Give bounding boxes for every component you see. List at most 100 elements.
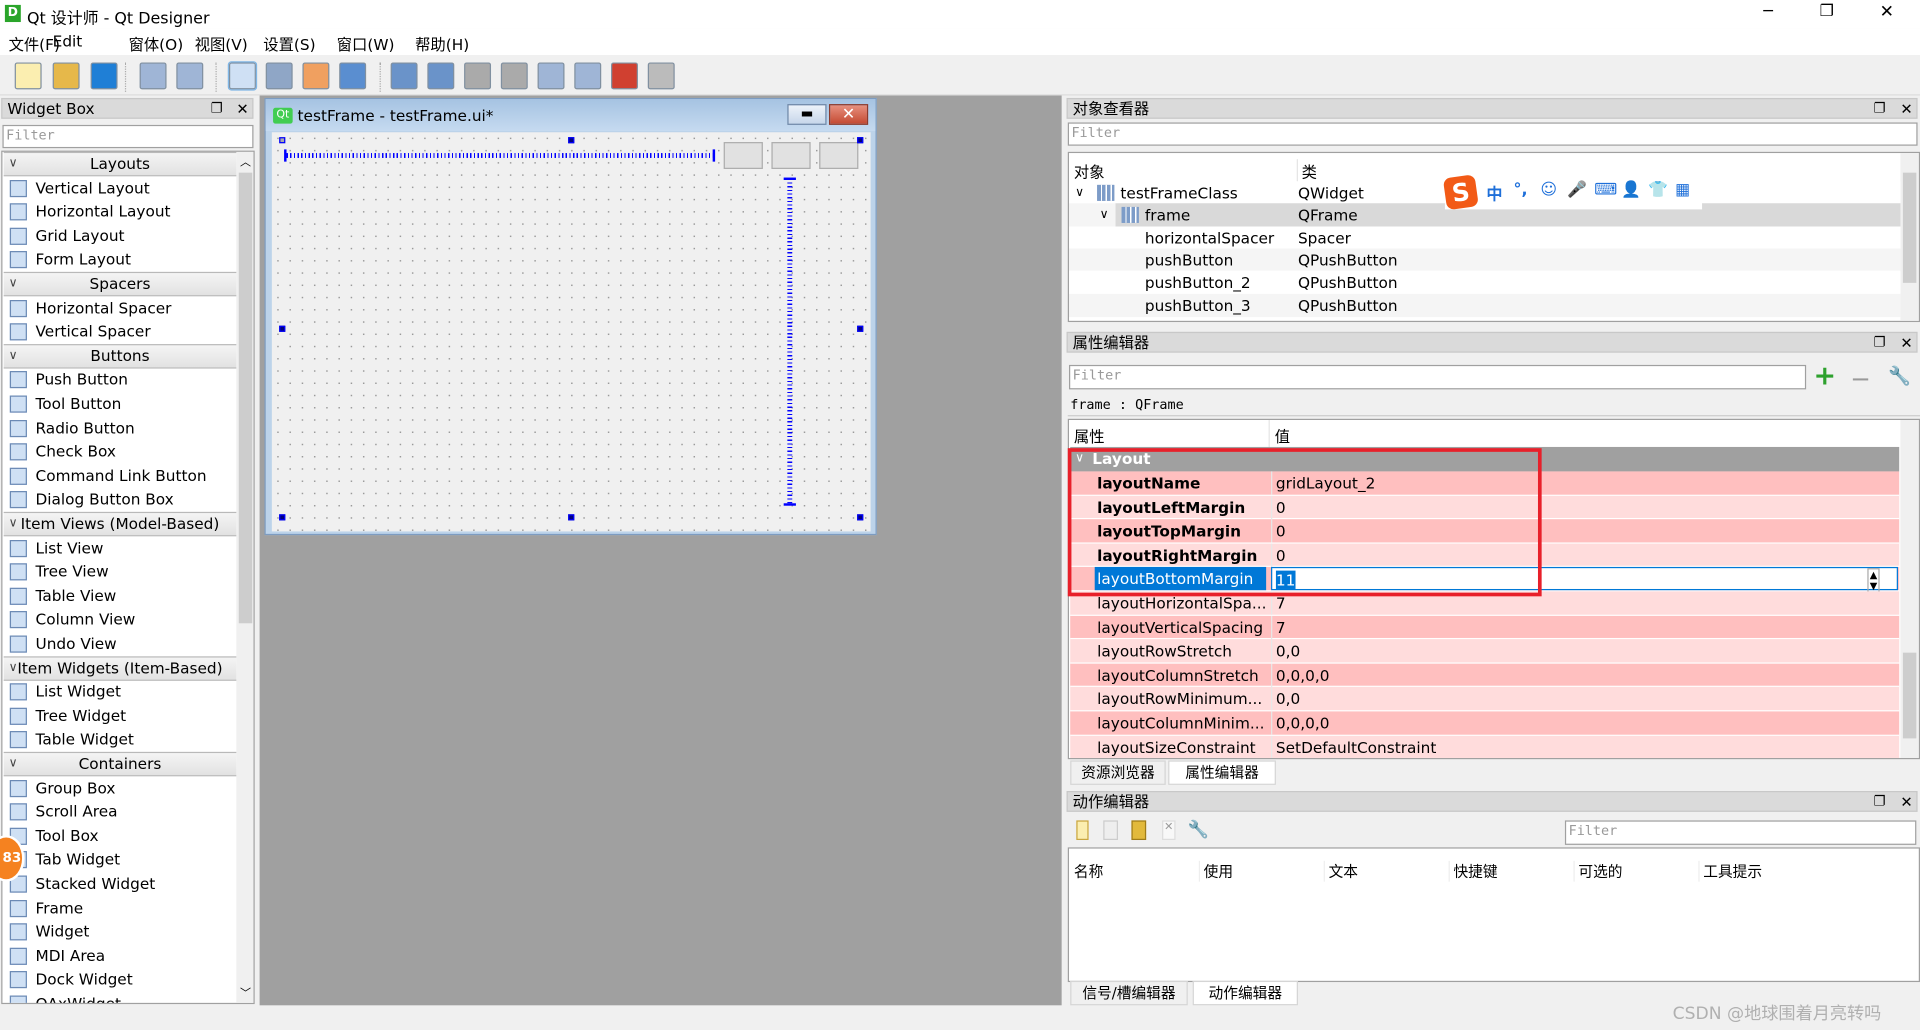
layout-form-icon[interactable] bbox=[574, 62, 602, 90]
send-to-back-icon[interactable] bbox=[139, 62, 167, 90]
float-icon[interactable]: ❐ bbox=[1873, 99, 1885, 119]
close-icon[interactable]: ✕ bbox=[236, 99, 248, 119]
float-icon[interactable]: ❐ bbox=[1873, 333, 1885, 353]
widget-item-qaxwidget[interactable]: QAxWidget bbox=[4, 992, 237, 1003]
widget-item-tool-box[interactable]: Tool Box bbox=[4, 824, 237, 848]
selection-handle[interactable] bbox=[279, 514, 286, 521]
delete-action-icon[interactable]: ✕ bbox=[1162, 820, 1176, 841]
adjust-size-icon[interactable] bbox=[647, 62, 675, 90]
widget-item-undo-view[interactable]: Undo View bbox=[4, 632, 237, 656]
menu-5[interactable]: 窗口(W) bbox=[337, 32, 395, 55]
scrollbar-thumb[interactable] bbox=[1902, 652, 1917, 739]
widget-item-check-box[interactable]: Check Box bbox=[4, 440, 237, 464]
new-action-icon[interactable] bbox=[1076, 820, 1089, 841]
toolbox-icon[interactable]: ▦ bbox=[1675, 181, 1690, 199]
layout-vertical-icon[interactable] bbox=[427, 62, 455, 90]
form-close-button[interactable]: ✕ bbox=[828, 104, 869, 125]
column-header-4[interactable]: 可选的 bbox=[1573, 860, 1622, 882]
edit-signals-slots-icon[interactable] bbox=[265, 62, 293, 90]
category-item-views-model-based-[interactable]: ∨ Item Views (Model-Based) bbox=[3, 511, 237, 537]
column-header-3[interactable]: 快捷键 bbox=[1448, 860, 1498, 882]
bring-to-front-icon[interactable] bbox=[176, 62, 204, 90]
close-icon[interactable]: ✕ bbox=[1900, 792, 1912, 812]
edit-tab-order-icon[interactable] bbox=[339, 62, 367, 90]
layout-grid-icon[interactable] bbox=[537, 62, 565, 90]
push-button-3[interactable] bbox=[819, 142, 859, 169]
selection-handle[interactable] bbox=[279, 137, 286, 144]
column-header-2[interactable]: 文本 bbox=[1323, 860, 1358, 882]
push-button-2[interactable] bbox=[771, 142, 811, 169]
category-layouts[interactable]: ∨ Layouts bbox=[3, 151, 237, 177]
edit-buddies-icon[interactable] bbox=[302, 62, 330, 90]
property-row[interactable]: layoutRowMinimum... 0,0 bbox=[1070, 687, 1900, 712]
widget-item-push-button[interactable]: Push Button bbox=[4, 368, 237, 392]
selection-handle[interactable] bbox=[857, 137, 864, 144]
copy-action-icon[interactable] bbox=[1103, 820, 1118, 841]
category-containers[interactable]: ∨ Containers bbox=[3, 751, 237, 777]
scroll-up-icon[interactable]: ︿ bbox=[240, 153, 251, 169]
microphone-icon[interactable]: 🎤 bbox=[1567, 181, 1587, 199]
column-header-property[interactable]: 属性 bbox=[1074, 424, 1105, 447]
float-icon[interactable]: ❐ bbox=[211, 99, 223, 119]
break-layout-icon[interactable] bbox=[611, 62, 638, 90]
tab-resource-browser[interactable]: 资源浏览器 bbox=[1070, 760, 1166, 785]
action-filter[interactable]: Filter bbox=[1564, 820, 1917, 845]
edit-widgets-icon[interactable] bbox=[227, 61, 258, 91]
widget-item-tree-view[interactable]: Tree View bbox=[4, 560, 237, 584]
form-canvas[interactable] bbox=[271, 132, 871, 532]
widget-item-list-view[interactable]: List View bbox=[4, 536, 237, 560]
float-icon[interactable]: ❐ bbox=[1873, 792, 1885, 812]
horizontal-spacer[interactable] bbox=[284, 149, 716, 162]
scrollbar-thumb[interactable] bbox=[1902, 172, 1917, 283]
menu-1[interactable]: Edit bbox=[53, 32, 83, 50]
property-row[interactable]: layoutRowStretch 0,0 bbox=[1070, 639, 1900, 664]
widget-item-tree-widget[interactable]: Tree Widget bbox=[4, 704, 237, 728]
widget-item-stacked-widget[interactable]: Stacked Widget bbox=[4, 872, 237, 896]
menu-3[interactable]: 视图(V) bbox=[195, 32, 248, 55]
form-minimize-button[interactable]: ▬ bbox=[787, 104, 827, 125]
punctuation-icon[interactable]: °, bbox=[1513, 181, 1527, 199]
widget-box-filter[interactable]: Filter bbox=[2, 124, 254, 149]
layout-vertical-splitter-icon[interactable] bbox=[500, 62, 528, 90]
selection-handle[interactable] bbox=[568, 514, 575, 521]
open-folder-icon[interactable] bbox=[52, 62, 80, 90]
column-header-1[interactable]: 使用 bbox=[1198, 860, 1233, 882]
widget-item-column-view[interactable]: Column View bbox=[4, 608, 237, 632]
category-spacers[interactable]: ∨ Spacers bbox=[3, 271, 237, 297]
chevron-down-icon[interactable]: ∨ bbox=[9, 273, 18, 295]
vertical-spacer[interactable] bbox=[783, 177, 796, 506]
tab-action-editor[interactable]: 动作编辑器 bbox=[1192, 980, 1298, 1006]
chevron-down-icon[interactable]: ∨ bbox=[9, 657, 18, 679]
object-filter[interactable]: Filter bbox=[1067, 122, 1918, 146]
column-header-5[interactable]: 工具提示 bbox=[1698, 860, 1762, 882]
widget-item-dialog-button-box[interactable]: Dialog Button Box bbox=[4, 488, 237, 512]
menu-2[interactable]: 窗体(O) bbox=[129, 32, 184, 55]
widget-item-mdi-area[interactable]: MDI Area bbox=[4, 944, 237, 968]
minimize-button[interactable]: ─ bbox=[1763, 2, 1773, 20]
widget-item-widget[interactable]: Widget bbox=[4, 920, 237, 944]
column-header-0[interactable]: 名称 bbox=[1074, 861, 1103, 882]
tree-row[interactable]: pushButton_3 QPushButton bbox=[1068, 293, 1901, 317]
paste-action-icon[interactable] bbox=[1131, 820, 1147, 841]
column-header-object[interactable]: 对象 bbox=[1074, 159, 1105, 182]
category-item-widgets-item-based-[interactable]: ∨ Item Widgets (Item-Based) bbox=[3, 655, 237, 681]
keyboard-icon[interactable]: ⌨ bbox=[1594, 181, 1617, 199]
chevron-down-icon[interactable]: ∨ bbox=[9, 513, 18, 535]
widget-item-horizontal-spacer[interactable]: Horizontal Spacer bbox=[4, 296, 237, 320]
tab-property-editor[interactable]: 属性编辑器 bbox=[1168, 760, 1276, 785]
tree-row[interactable]: pushButton QPushButton bbox=[1068, 248, 1901, 272]
tree-row[interactable]: pushButton_2 QPushButton bbox=[1068, 270, 1901, 295]
category-buttons[interactable]: ∨ Buttons bbox=[3, 343, 237, 369]
widget-item-list-widget[interactable]: List Widget bbox=[4, 680, 237, 704]
widget-item-radio-button[interactable]: Radio Button bbox=[4, 416, 237, 440]
widget-item-tab-widget[interactable]: Tab Widget bbox=[4, 848, 237, 872]
selection-handle[interactable] bbox=[279, 325, 286, 332]
add-dynamic-property-icon[interactable]: + bbox=[1813, 361, 1836, 392]
skin-icon[interactable]: 👕 bbox=[1648, 181, 1668, 199]
widget-item-grid-layout[interactable]: Grid Layout bbox=[4, 224, 237, 248]
selection-handle[interactable] bbox=[568, 137, 575, 144]
scroll-down-icon[interactable]: ﹀ bbox=[240, 984, 251, 1000]
emoji-icon[interactable]: ☺ bbox=[1540, 181, 1557, 199]
widget-item-frame[interactable]: Frame bbox=[4, 896, 237, 920]
property-row[interactable]: layoutColumnMinim... 0,0,0,0 bbox=[1070, 711, 1900, 736]
